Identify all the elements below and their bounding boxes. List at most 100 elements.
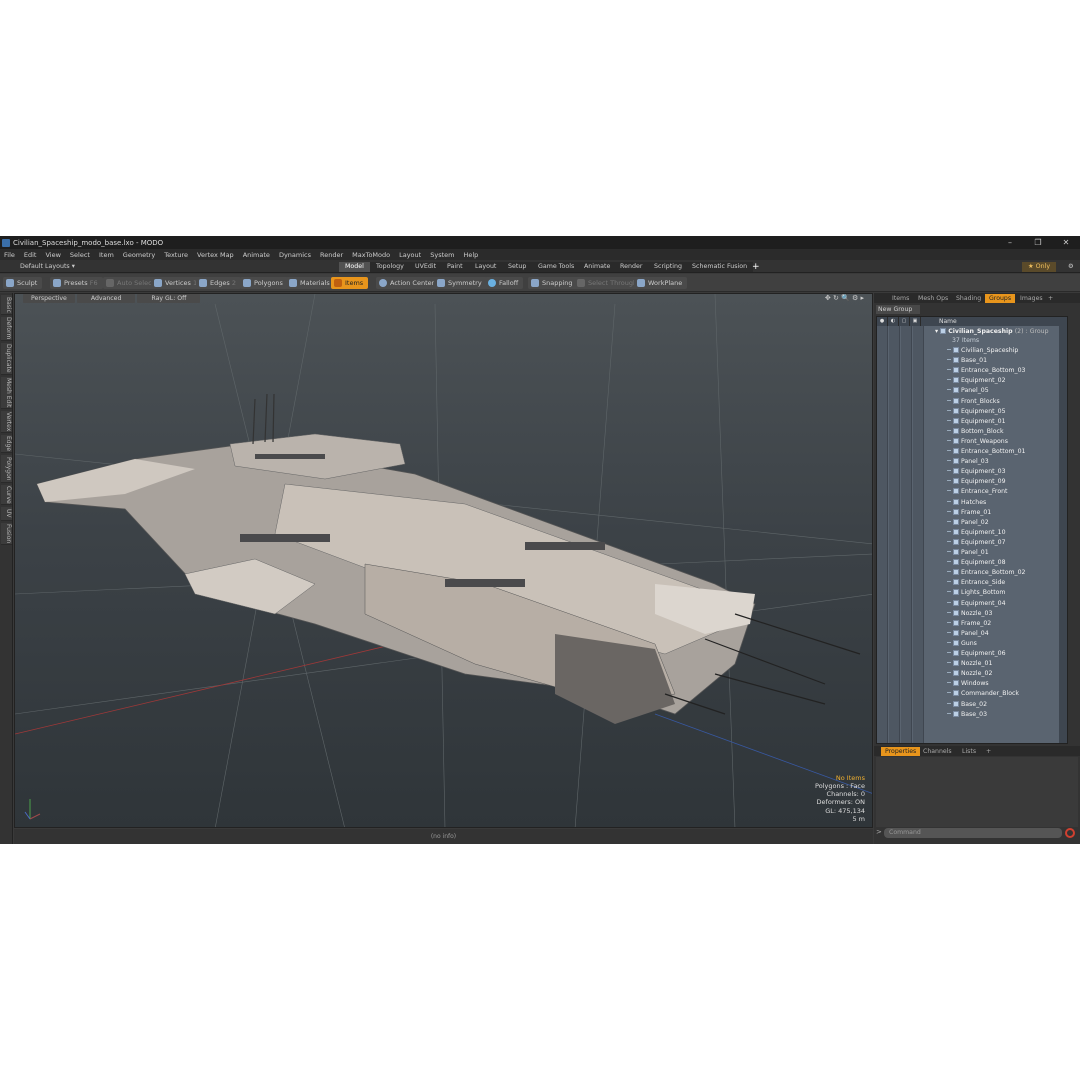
action-center-button[interactable]: Action Center	[376, 277, 440, 289]
menu-animate[interactable]: Animate	[243, 251, 270, 259]
tree-item-row[interactable]: Front_Weapons	[947, 437, 1008, 447]
tree-item-row[interactable]: Equipment_09	[947, 477, 1006, 487]
symmetry-button[interactable]: Symmetry	[434, 277, 487, 289]
add-tab-button[interactable]: +	[746, 262, 766, 272]
workplane-button[interactable]: WorkPlane	[634, 277, 688, 289]
tab-setup[interactable]: Setup	[502, 262, 533, 272]
tab-deform[interactable]: Deform	[1, 317, 12, 341]
tab-polygon[interactable]: Polygon	[1, 455, 12, 483]
tab-animate[interactable]: Animate	[578, 262, 617, 272]
render-icon[interactable]: ◐	[888, 317, 899, 326]
tree-item-row[interactable]: Panel_02	[947, 518, 989, 528]
tree-item-row[interactable]: Entrance_Bottom_01	[947, 447, 1025, 457]
tree-item-row[interactable]: Entrance_Bottom_02	[947, 568, 1025, 578]
tab-curve[interactable]: Curve	[1, 485, 12, 505]
only-toggle[interactable]: ★ Only	[1022, 262, 1057, 272]
edges-button[interactable]: Edges 2	[196, 277, 241, 289]
items-button[interactable]: Items	[331, 277, 369, 289]
menu-file[interactable]: File	[4, 251, 15, 259]
menu-dynamics[interactable]: Dynamics	[279, 251, 311, 259]
tree-item-row[interactable]: Equipment_10	[947, 528, 1006, 538]
tab-scripting[interactable]: Scripting	[648, 262, 689, 272]
tab-duplicate[interactable]: Duplicate	[1, 343, 12, 375]
falloff-button[interactable]: Falloff	[485, 277, 524, 289]
tree-item-row[interactable]: Bottom_Block	[947, 427, 1004, 437]
tree-item-row[interactable]: Commander_Block	[947, 689, 1019, 699]
tree-item-row[interactable]: Equipment_07	[947, 538, 1006, 548]
tree-item-row[interactable]: Nozzle_01	[947, 659, 992, 669]
select-through-button[interactable]: Select Through	[574, 277, 643, 289]
layouts-dropdown[interactable]: Default Layouts ▾	[4, 262, 81, 272]
tab-properties[interactable]: Properties	[881, 747, 921, 756]
close-button[interactable]: ✕	[1052, 238, 1080, 247]
tab-uv[interactable]: UV	[1, 507, 12, 521]
command-history-button[interactable]	[1065, 828, 1075, 838]
tree-item-row[interactable]: Equipment_08	[947, 558, 1006, 568]
vertices-button[interactable]: Vertices 1	[151, 277, 203, 289]
tree-item-row[interactable]: Base_01	[947, 356, 987, 366]
materials-button[interactable]: Materials	[286, 277, 335, 289]
tab-render[interactable]: Render	[614, 262, 649, 272]
menu-vertex-map[interactable]: Vertex Map	[197, 251, 234, 259]
tree-item-row[interactable]: Windows	[947, 679, 989, 689]
tab-topology[interactable]: Topology	[370, 262, 410, 272]
new-group-button[interactable]: New Group	[876, 305, 920, 314]
tab-shading[interactable]: Shading	[952, 294, 985, 303]
tab-basic[interactable]: Basic	[1, 295, 12, 315]
tree-item-row[interactable]: Equipment_01	[947, 417, 1006, 427]
tree-item-row[interactable]: Frame_02	[947, 619, 991, 629]
minimize-button[interactable]: –	[996, 238, 1024, 247]
tree-item-row[interactable]: Frame_01	[947, 508, 991, 518]
tab-paint[interactable]: Paint	[441, 262, 469, 272]
tree-item-row[interactable]: Equipment_02	[947, 376, 1006, 386]
presets-button[interactable]: Presets F6	[50, 277, 103, 289]
tree-item-row[interactable]: Entrance_Front	[947, 487, 1007, 497]
polygons-button[interactable]: Polygons	[240, 277, 288, 289]
command-input[interactable]: Command	[884, 828, 1062, 838]
tree-item-row[interactable]: Front_Blocks	[947, 397, 1000, 407]
tree-item-row[interactable]: Base_03	[947, 710, 987, 720]
tab-schematic-fusion[interactable]: Schematic Fusion	[686, 262, 754, 272]
tree-item-row[interactable]: Panel_05	[947, 386, 989, 396]
tree-item-row[interactable]: Equipment_06	[947, 649, 1006, 659]
tree-item-row[interactable]: Nozzle_02	[947, 669, 992, 679]
tab-edge[interactable]: Edge	[1, 435, 12, 453]
tree-item-row[interactable]: Lights_Bottom	[947, 588, 1005, 598]
tab-images[interactable]: Images	[1016, 294, 1047, 303]
menu-help[interactable]: Help	[463, 251, 478, 259]
select-icon[interactable]: ▢	[899, 317, 910, 326]
settings-gear-icon[interactable]: ⚙	[1062, 262, 1080, 272]
visibility-eye-icon[interactable]: ●	[877, 317, 888, 326]
menu-edit[interactable]: Edit	[24, 251, 37, 259]
tab-mesh-ops[interactable]: Mesh Ops	[914, 294, 952, 303]
sculpt-button[interactable]: Sculpt	[3, 277, 43, 289]
tree-item-row[interactable]: Entrance_Bottom_03	[947, 366, 1025, 376]
tab-model[interactable]: Model	[339, 262, 370, 272]
tab-game-tools[interactable]: Game Tools	[532, 262, 581, 272]
tab-fusion[interactable]: Fusion	[1, 523, 12, 545]
add-properties-tab-button[interactable]: +	[982, 747, 995, 756]
menu-view[interactable]: View	[45, 251, 60, 259]
menu-maxtomodo[interactable]: MaxToModo	[352, 251, 390, 259]
tab-vertex[interactable]: Vertex	[1, 411, 12, 433]
tree-scrollbar[interactable]	[1059, 326, 1067, 743]
menu-select[interactable]: Select	[70, 251, 90, 259]
tab-uvedit[interactable]: UVEdit	[409, 262, 443, 272]
menu-texture[interactable]: Texture	[164, 251, 188, 259]
maximize-button[interactable]: ❐	[1024, 238, 1052, 247]
tree-item-row[interactable]: Equipment_05	[947, 407, 1006, 417]
tree-item-row[interactable]: Civilian_Spaceship	[947, 346, 1018, 356]
tree-item-row[interactable]: Equipment_04	[947, 599, 1006, 609]
tab-items[interactable]: Items	[888, 294, 913, 303]
tree-item-row[interactable]: Hatches	[947, 498, 986, 508]
tree-item-row[interactable]: Panel_03	[947, 457, 989, 467]
menu-render[interactable]: Render	[320, 251, 343, 259]
menu-geometry[interactable]: Geometry	[123, 251, 155, 259]
lock-icon[interactable]: ▣	[910, 317, 921, 326]
3d-viewport[interactable]: Perspective Advanced Ray GL: Off ✥ ↻ 🔍 ⚙…	[14, 293, 873, 828]
menu-system[interactable]: System	[430, 251, 454, 259]
tab-lists[interactable]: Lists	[958, 747, 980, 756]
tree-item-row[interactable]: Base_02	[947, 700, 987, 710]
snapping-button[interactable]: Snapping	[528, 277, 578, 289]
tab-channels[interactable]: Channels	[919, 747, 956, 756]
